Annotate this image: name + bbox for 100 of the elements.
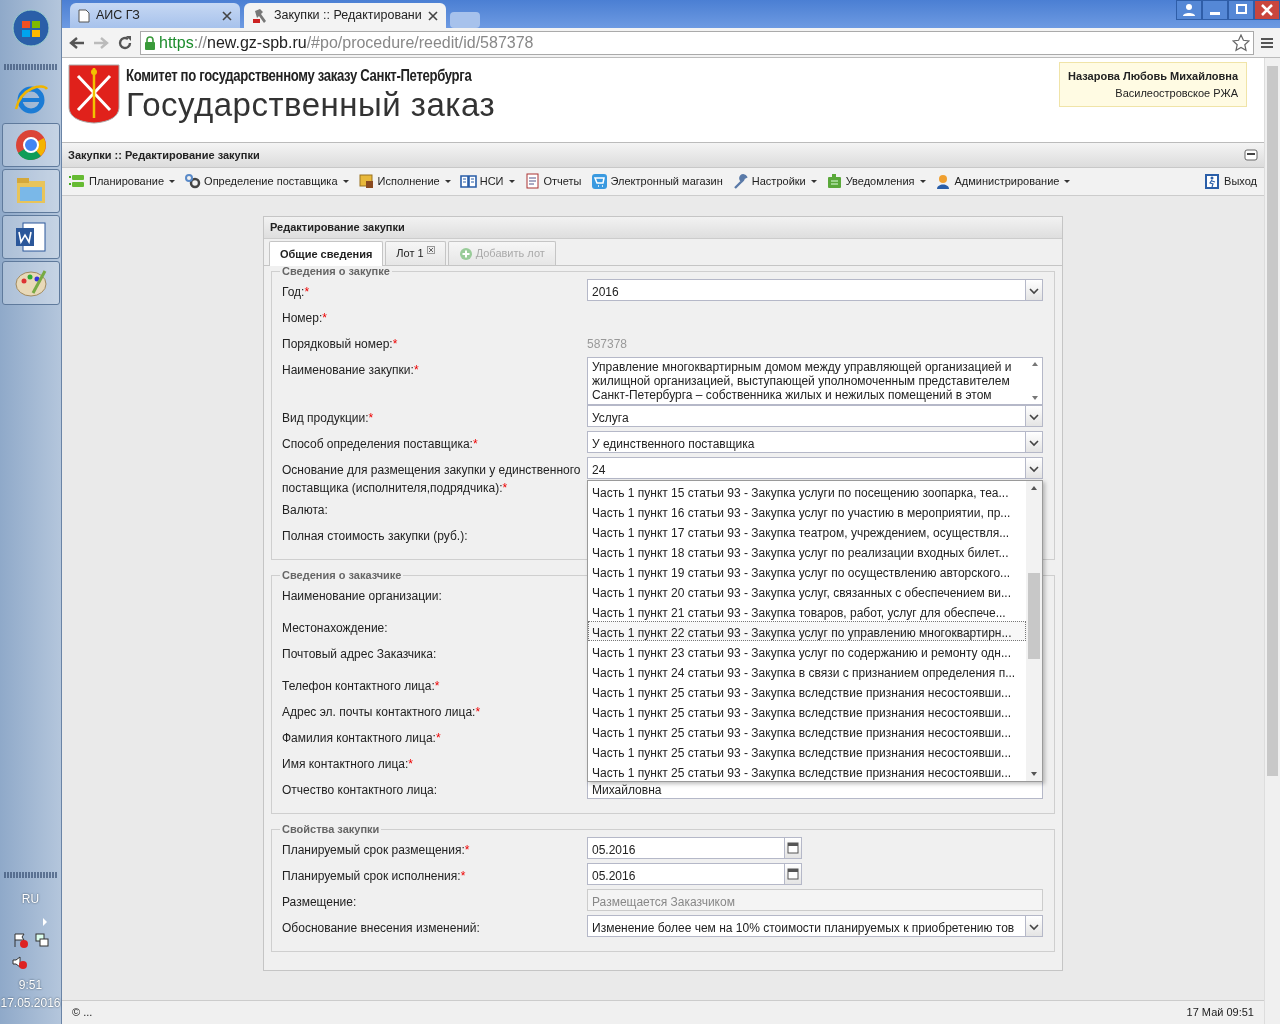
field-label: Почтовый адрес Заказчика: [282, 647, 437, 661]
toolbar-icon [69, 173, 86, 190]
calendar-icon [787, 842, 799, 854]
toolbar-menu[interactable]: Планирование [66, 172, 179, 191]
field-label: Планируемый срок исполнения:* [282, 869, 466, 883]
reload-icon[interactable] [116, 33, 134, 52]
field-label: Фамилия контактного лица:* [282, 731, 441, 745]
form-tab[interactable]: Общие сведения [269, 241, 384, 266]
speaker-muted-icon[interactable] [10, 954, 27, 970]
section-legend: Свойства закупки [280, 824, 382, 835]
dropdown-trigger[interactable] [1025, 458, 1042, 478]
date-field[interactable]: 05.2016 [587, 863, 785, 885]
field-label: Год:* [282, 285, 310, 299]
select-field[interactable]: 24 [587, 457, 1043, 479]
section-legend: Сведения о закупке [280, 266, 392, 277]
dropdown-option[interactable]: Часть 1 пункт 25 статьи 93 - Закупка вследствие признания несостоявши... [588, 701, 1026, 721]
collapse-icon[interactable] [1244, 149, 1258, 161]
page-icon [78, 8, 90, 23]
toolbar-menu[interactable]: Администрирование [931, 172, 1074, 191]
user-name: Назарова Любовь Михайловна [1068, 69, 1238, 84]
toolbar-menu[interactable]: Электронный магазин [587, 172, 726, 191]
dropdown-trigger[interactable] [1025, 406, 1042, 426]
field-label: Имя контактного лица:* [282, 757, 413, 771]
calendar-button[interactable] [785, 863, 802, 885]
dropdown-option[interactable]: Часть 1 пункт 20 статьи 93 - Закупка услуг, связанных с обеспечением ви... [588, 581, 1026, 601]
hammer-icon [252, 7, 268, 24]
field-label: Адрес эл. почты контактного лица:* [282, 705, 481, 719]
network-icon[interactable] [33, 932, 50, 948]
select-field[interactable]: Изменение более чем на 10% стоимости планируемых к приобретению тов [587, 915, 1043, 937]
add-lot-button: Добавить лот [447, 241, 556, 265]
browser-tab[interactable]: АИС ГЗ [70, 3, 240, 28]
toolbar-icon [459, 173, 477, 190]
field-label: Способ определения поставщика:* [282, 437, 478, 451]
toolbar-menu[interactable]: Исполнение [354, 172, 454, 191]
plus-circle-icon [458, 246, 473, 261]
date-field[interactable]: 05.2016 [587, 837, 785, 859]
form-title: Редактирование закупки [270, 220, 405, 236]
field-label: Обоснование внесения изменений: [282, 921, 480, 935]
dropdown-option[interactable]: Часть 1 пункт 16 статьи 93 - Закупка услуг по участию в мероприятии, пр... [588, 501, 1026, 521]
dropdown-option[interactable]: Часть 1 пункт 22 статьи 93 - Закупка услуг по управлению многоквартирн... [588, 621, 1026, 641]
dropdown-option[interactable]: Часть 1 пункт 15 статьи 93 - Закупка услуги по посещению зоопарка, теа... [588, 481, 1026, 501]
calendar-icon [787, 868, 799, 880]
select-field[interactable]: 2016 [587, 279, 1043, 301]
dropdown-option[interactable]: Часть 1 пункт 19 статьи 93 - Закупка услуг по осуществлению авторского... [588, 561, 1026, 581]
menu-icon[interactable] [1260, 35, 1274, 50]
dropdown-trigger[interactable] [1025, 280, 1042, 300]
dropdown-option[interactable]: Часть 1 пункт 21 статьи 93 - Закупка товаров, работ, услуг для обеспече... [588, 601, 1026, 621]
field-label: Местонахождение: [282, 621, 388, 635]
field-label: Основание для размещения закупки у единственного поставщика (исполнителя,подрядчика):* [282, 463, 581, 495]
panel-title: Закупки :: Редактирование закупки [68, 147, 260, 163]
field-label: Наименование организации: [282, 589, 442, 603]
dropdown-option[interactable]: Часть 1 пункт 25 статьи 93 - Закупка вследствие признания несостоявши... [588, 721, 1026, 741]
form-tab[interactable]: Лот 1 [385, 241, 446, 265]
dropdown-option[interactable]: Часть 1 пункт 24 статьи 93 - Закупка в связи с признанием определения п... [588, 661, 1026, 681]
toolbar-menu[interactable]: НСИ [456, 172, 518, 191]
scroll-thumb[interactable] [1028, 573, 1040, 659]
field-label: Размещение: [282, 895, 357, 909]
field-label: Вид продукции:* [282, 411, 374, 425]
flag-icon[interactable] [11, 932, 28, 948]
user-department: Василеостровское РЖА [1114, 85, 1238, 101]
dropdown-option[interactable]: Часть 1 пункт 23 статьи 93 - Закупка услуг по содержанию и ремонту одн... [588, 641, 1026, 661]
field-label: Номер:* [282, 311, 327, 325]
field-label: Наименование закупки:* [282, 363, 419, 377]
dropdown-option[interactable]: Часть 1 пункт 25 статьи 93 - Закупка вследствие признания несостоявши... [588, 681, 1026, 701]
back-icon[interactable] [68, 34, 86, 51]
dropdown-option[interactable]: Часть 1 пункт 17 статьи 93 - Закупка театром, учреждением, осуществля... [588, 521, 1026, 541]
toolbar-icon [934, 173, 952, 190]
toolbar-menu[interactable]: Настройки [728, 172, 820, 191]
field-label: Планируемый срок размещения:* [282, 843, 470, 857]
exit-door-icon [1204, 173, 1222, 190]
field-label: Порядковый номер:* [282, 337, 398, 351]
dropdown-option[interactable]: Часть 1 пункт 18 статьи 93 - Закупка услуг по реализации входных билет... [588, 541, 1026, 561]
status-datetime: 17 Май 09:51 [1186, 1005, 1254, 1021]
committee-title: Комитет по государственному заказу Санкт-Петербурга [126, 66, 472, 86]
field-label: Валюта: [282, 503, 328, 517]
section-legend: Сведения о заказчике [280, 570, 404, 581]
start-orb-icon[interactable] [10, 8, 51, 48]
dropdown-option[interactable]: Часть 1 пункт 25 статьи 93 - Закупка вследствие признания несостоявши... [588, 741, 1026, 761]
toolbar-menu[interactable]: Определение поставщика [181, 172, 352, 191]
close-icon[interactable] [426, 246, 435, 254]
toolbar-icon [357, 173, 375, 190]
exit-button[interactable]: Выход [1201, 172, 1260, 191]
dropdown-trigger[interactable] [1025, 916, 1042, 936]
browser-tab[interactable]: Закупки :: Редактировани [244, 3, 446, 28]
dropdown-trigger[interactable] [1025, 432, 1042, 452]
list-scrollbar[interactable] [1026, 481, 1042, 781]
text-field: Размещается Заказчиком [587, 889, 1043, 911]
field-label: Телефон контактного лица:* [282, 679, 440, 693]
calendar-button[interactable] [785, 837, 802, 859]
toolbar-menu[interactable]: Отчеты [520, 172, 585, 191]
close-icon[interactable] [222, 10, 232, 21]
text-area[interactable]: Управление многоквартирным домом между управляющей организацией и жилищной организацией, выступающей уполномоченным представителем Санкт-Петербурга – собственника жилых и нежилых помещений в этом [587, 357, 1043, 405]
toolbar-menu[interactable]: Уведомления [822, 172, 929, 191]
field-value: 587378 [587, 336, 629, 353]
toolbar-icon [590, 173, 608, 190]
page-scrollbar[interactable] [1264, 58, 1280, 1024]
select-field[interactable]: Услуга [587, 405, 1043, 427]
toolbar-icon [825, 173, 843, 190]
select-field[interactable]: У единственного поставщика [587, 431, 1043, 453]
close-icon[interactable] [427, 10, 438, 21]
